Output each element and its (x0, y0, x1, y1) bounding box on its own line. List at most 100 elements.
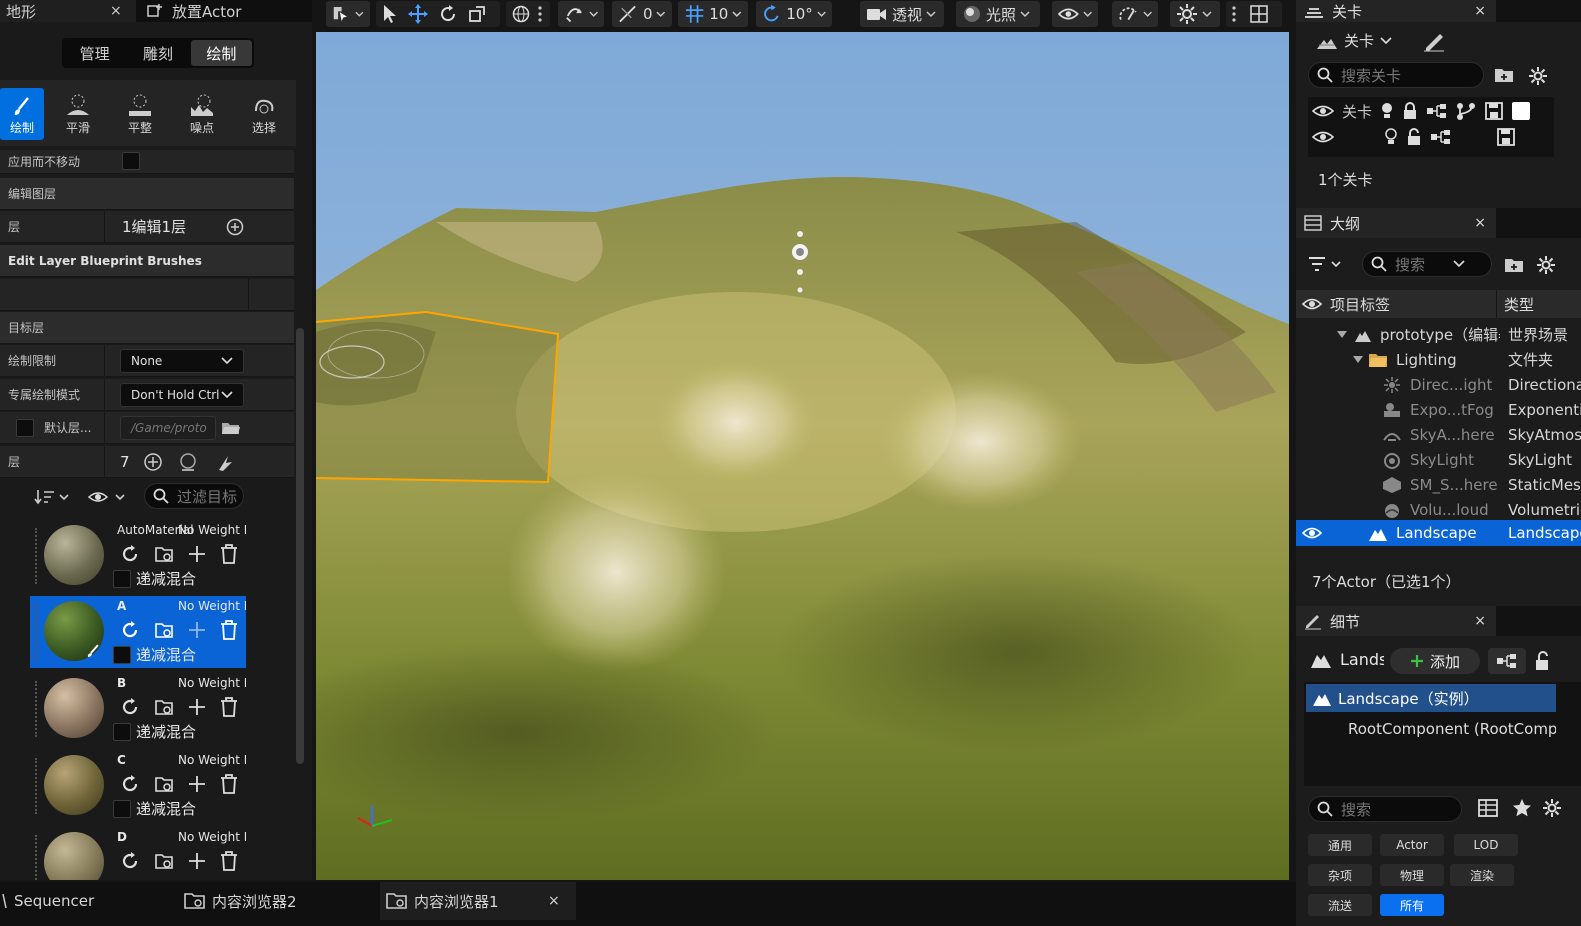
filter-all[interactable]: 所有 (1380, 894, 1444, 916)
close-icon[interactable]: × (1474, 215, 1486, 231)
angle-snap[interactable]: 10° (756, 1, 832, 27)
paint-limit-dropdown[interactable]: None (120, 349, 244, 373)
auto-fill-icon[interactable] (216, 452, 238, 472)
add-layer-icon[interactable] (226, 218, 244, 236)
folder-open-icon[interactable] (221, 420, 241, 436)
filter-physics[interactable]: 物理 (1380, 864, 1444, 886)
rotation-snap[interactable]: 0 (612, 1, 672, 27)
coordinate-system[interactable] (506, 1, 550, 27)
target-layers-header[interactable]: 目标层 (0, 312, 294, 344)
tool-flatten[interactable]: 平整 (118, 88, 162, 140)
layer-filter-input[interactable]: 过滤目标 (144, 483, 244, 509)
tab-content-browser-2[interactable]: 内容浏览器2 (184, 882, 374, 920)
trash-icon[interactable] (220, 851, 238, 871)
filter-general[interactable]: 通用 (1308, 834, 1372, 856)
close-icon[interactable]: × (1474, 3, 1486, 19)
mode-sculpt[interactable]: 雕刻 (127, 40, 188, 66)
layer-panel-scrollbar[interactable] (296, 328, 304, 764)
reimport-icon[interactable] (120, 544, 140, 564)
gear-icon[interactable] (1536, 255, 1556, 275)
layer-item[interactable]: D No Weight Blending (30, 827, 246, 880)
unlock-icon[interactable] (1534, 651, 1552, 671)
edit-layers-header[interactable]: 编辑图层 (0, 178, 294, 210)
browse-asset-icon[interactable] (154, 774, 174, 794)
tool-noise[interactable]: 噪点 (180, 88, 224, 140)
drag-handle[interactable] (35, 758, 39, 814)
filter-lod[interactable]: LOD (1454, 834, 1518, 856)
reimport-icon[interactable] (120, 620, 140, 640)
visibility-filter-icon[interactable] (88, 488, 126, 506)
trash-icon[interactable] (220, 774, 238, 794)
filter-streaming[interactable]: 流送 (1308, 894, 1372, 916)
scalability-dropdown[interactable] (1112, 1, 1158, 27)
filter-icon[interactable] (1308, 256, 1342, 272)
close-icon[interactable]: × (548, 893, 560, 909)
default-layer-path-field[interactable]: /Game/proto (120, 416, 216, 440)
level-color-swatch[interactable] (1512, 102, 1531, 120)
reimport-icon[interactable] (120, 774, 140, 794)
show-flags-dropdown[interactable] (1052, 1, 1098, 27)
tab-content-browser-1[interactable]: 内容浏览器1 × (380, 882, 576, 920)
outliner-row[interactable]: Expo...tFog ExponentialHeightFog (1296, 397, 1581, 422)
apply-without-moving-checkbox[interactable] (122, 152, 140, 170)
gear-icon[interactable] (1528, 66, 1548, 86)
scale-icon[interactable] (468, 5, 486, 23)
layer-item[interactable]: AutoMaterial No Weight Blending 递减混合 (30, 520, 246, 592)
outliner-row[interactable]: SM_S...here StaticMeshActor (1296, 472, 1581, 497)
add-icon[interactable] (188, 544, 206, 564)
close-icon[interactable]: × (1474, 613, 1486, 629)
tab-details[interactable]: 细节 × (1296, 606, 1496, 636)
reimport-icon[interactable] (120, 697, 140, 717)
drag-handle[interactable] (35, 681, 39, 737)
layer-item-selected[interactable]: A No Weight Blending 递减混合 (30, 596, 246, 668)
subtractive-blend-checkbox[interactable] (113, 723, 131, 741)
subtractive-blend-checkbox[interactable] (113, 646, 131, 664)
column-label[interactable]: 项目标签 (1330, 294, 1390, 315)
outliner-row[interactable]: SkyLight SkyLight (1296, 447, 1581, 472)
edit-pencil-icon[interactable] (1422, 30, 1446, 52)
outliner-search-input[interactable]: 搜索 (1362, 251, 1492, 277)
trash-icon[interactable] (220, 697, 238, 717)
drag-handle[interactable] (35, 835, 39, 880)
outliner-row-world[interactable]: prototype（编辑器） 世界场景 (1296, 322, 1581, 347)
default-layer-checkbox[interactable] (16, 419, 34, 437)
add-target-layer-icon[interactable] (143, 452, 163, 472)
view-mode-dropdown[interactable]: 透视 (860, 1, 944, 27)
new-folder-icon[interactable] (1494, 66, 1514, 84)
level-row[interactable] (1312, 125, 1516, 149)
tab-sequencer[interactable]: Sequencer (0, 882, 170, 920)
component-row[interactable]: RootComponent (RootComponent) (1342, 716, 1556, 742)
add-icon[interactable] (188, 851, 206, 871)
mode-paint[interactable]: 绘制 (190, 40, 252, 66)
star-icon[interactable] (1512, 798, 1532, 818)
browse-asset-icon[interactable] (154, 697, 174, 717)
tab-outliner[interactable]: 大纲 × (1296, 208, 1496, 238)
tab-levels[interactable]: 关卡 × (1296, 0, 1496, 22)
filter-rendering[interactable]: 渲染 (1450, 864, 1514, 886)
column-type[interactable]: 类型 (1504, 294, 1534, 315)
tab-place-actor[interactable]: 放置Actor (146, 0, 312, 22)
levels-search-input[interactable]: 搜索关卡 (1308, 62, 1484, 88)
add-component-button[interactable]: 添加 (1390, 648, 1480, 674)
trash-icon[interactable] (220, 620, 238, 640)
layer-item[interactable]: B No Weight Blending 递减混合 (30, 673, 246, 745)
browse-asset-icon[interactable] (154, 851, 174, 871)
add-icon[interactable] (188, 620, 206, 640)
subtractive-blend-checkbox[interactable] (113, 570, 131, 588)
close-icon[interactable]: × (110, 3, 122, 19)
new-folder-icon[interactable] (1504, 256, 1524, 274)
tab-landscape[interactable]: 地形 × (0, 0, 136, 22)
layer-item[interactable]: C No Weight Blending 递减混合 (30, 750, 246, 822)
mode-manage[interactable]: 管理 (64, 40, 125, 66)
tool-smooth[interactable]: 平滑 (56, 88, 100, 140)
level-viewport[interactable] (316, 32, 1289, 880)
subtractive-blend-checkbox[interactable] (113, 800, 131, 818)
viewport-layout[interactable] (1226, 1, 1282, 27)
tool-select[interactable]: 选择 (242, 88, 286, 140)
select-mode-dropdown[interactable] (326, 1, 370, 27)
filter-misc[interactable]: 杂项 (1308, 864, 1372, 886)
viewport-settings-dropdown[interactable] (1170, 1, 1220, 27)
browse-asset-icon[interactable] (154, 620, 174, 640)
details-search-input[interactable]: 搜索 (1308, 796, 1462, 822)
outliner-row-selected[interactable]: Landscape Landscape (1296, 520, 1581, 546)
